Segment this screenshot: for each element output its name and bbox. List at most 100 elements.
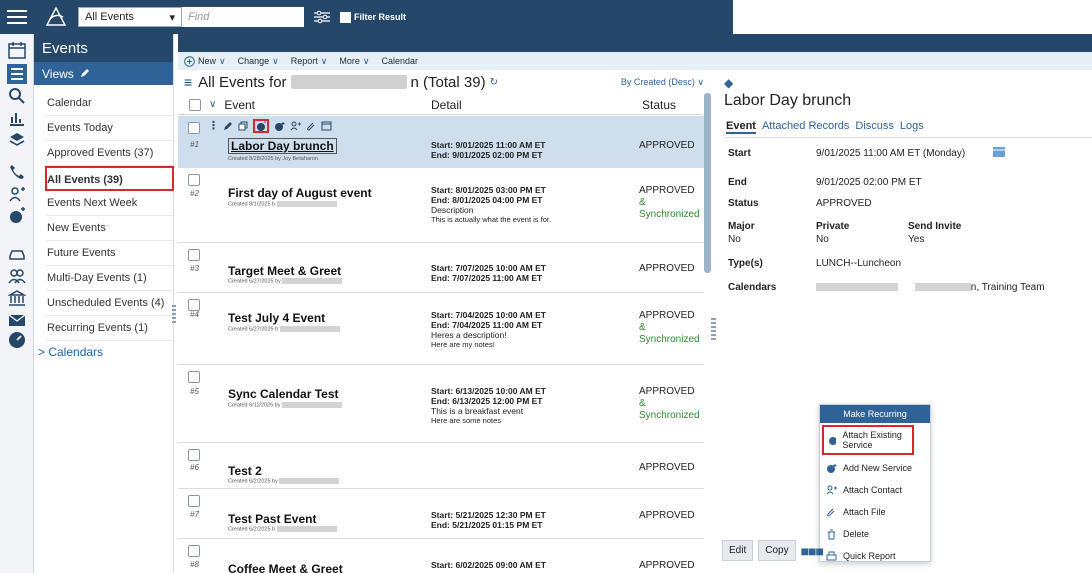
- event-detail: Start: 6/02/2025 09:00 AM ET: [431, 560, 546, 570]
- calendar-icon[interactable]: [992, 146, 1006, 161]
- list-view-icon[interactable]: [7, 64, 27, 84]
- expand-arrows-icon[interactable]: ◆: [724, 76, 733, 90]
- calendar-button[interactable]: Calendar: [381, 56, 418, 66]
- pencil-icon[interactable]: [80, 67, 90, 81]
- nav-item-multi-day-events[interactable]: Multi-Day Events (1): [46, 266, 173, 291]
- paperclip-icon[interactable]: [306, 121, 316, 131]
- nav-item-all-events[interactable]: All Events (39): [45, 166, 174, 191]
- more-dots-icon[interactable]: ■■■: [801, 543, 824, 559]
- col-status[interactable]: Status: [642, 98, 676, 112]
- building-icon[interactable]: [7, 288, 27, 308]
- row-checkbox[interactable]: [188, 371, 200, 383]
- row-checkbox[interactable]: [188, 449, 200, 461]
- nav-item-recurring-events[interactable]: Recurring Events (1): [46, 316, 173, 341]
- row-checkbox[interactable]: [188, 249, 200, 261]
- table-row[interactable]: ⋮ #1 Labor Day brunch Created 8/28/2025 …: [178, 116, 704, 168]
- copy-button[interactable]: Copy: [758, 540, 796, 561]
- nav-item-new-events[interactable]: New Events: [46, 216, 173, 241]
- event-title-link[interactable]: Test Past Event: [228, 512, 316, 526]
- phone-icon[interactable]: [7, 162, 27, 182]
- menu-item-add-new-service[interactable]: Add New Service: [820, 457, 930, 479]
- row-number: #1: [190, 140, 199, 149]
- more-button[interactable]: More ∨: [339, 56, 369, 67]
- nav-item-events-today[interactable]: Events Today: [46, 116, 173, 141]
- table-row[interactable]: #4 Test July 4 Event Created 6/27/2025 b…: [178, 293, 704, 365]
- nav-item-future-events[interactable]: Future Events: [46, 241, 173, 266]
- nav-item-unscheduled-events[interactable]: Unscheduled Events (4): [46, 291, 173, 316]
- table-row[interactable]: #3 Target Meet & Greet Created 6/27/2025…: [178, 243, 704, 293]
- filter-lines-icon[interactable]: ≡: [184, 74, 192, 90]
- col-detail[interactable]: Detail: [431, 98, 462, 112]
- menu-item-attach-file[interactable]: Attach File: [820, 501, 930, 523]
- edit-icon[interactable]: [223, 121, 233, 131]
- table-row[interactable]: #5 Sync Calendar Test Created 6/11/2025 …: [178, 365, 704, 443]
- menu-item-attach-existing-service[interactable]: Attach Existing Service: [822, 425, 914, 455]
- refresh-icon[interactable]: ↻: [490, 77, 498, 88]
- calendars-link[interactable]: > Calendars: [34, 345, 173, 359]
- event-title-link[interactable]: Labor Day brunch: [228, 138, 337, 154]
- tab-attached-records[interactable]: Attached Records: [762, 120, 849, 134]
- speedometer-icon[interactable]: [7, 330, 27, 350]
- nav-item-approved-events[interactable]: Approved Events (37): [46, 141, 173, 166]
- filter-result-checkbox[interactable]: [340, 11, 351, 23]
- event-title-link[interactable]: Sync Calendar Test: [228, 387, 338, 401]
- row-checkbox[interactable]: [188, 545, 200, 557]
- app-logo-icon[interactable]: [42, 3, 70, 31]
- menu-icon[interactable]: [0, 0, 34, 34]
- nav-item-events-next-week[interactable]: Events Next Week: [46, 191, 173, 216]
- view-select[interactable]: All Events ▾: [78, 7, 182, 27]
- event-title-link[interactable]: First day of August event: [228, 186, 372, 200]
- chevron-down-icon[interactable]: ∨: [209, 99, 216, 110]
- table-row[interactable]: #8 Coffee Meet & Greet Start: 6/02/2025 …: [178, 539, 704, 573]
- add-user-icon[interactable]: [7, 184, 27, 204]
- chart-icon[interactable]: [7, 108, 27, 128]
- copy-icon[interactable]: [238, 121, 248, 131]
- menu-item-attach-contact[interactable]: Attach Contact: [820, 479, 930, 501]
- nav-item-calendar[interactable]: Calendar: [46, 91, 173, 116]
- calendar-icon[interactable]: [7, 40, 27, 60]
- left-pane-resize-handle[interactable]: [172, 305, 176, 323]
- window-icon[interactable]: [321, 121, 332, 131]
- event-title-link[interactable]: Test 2: [228, 464, 262, 478]
- menu-item-make-recurring[interactable]: Make Recurring: [820, 405, 930, 423]
- row-checkbox[interactable]: [188, 122, 200, 134]
- start-text: Start: 5/21/2025 12:30 PM ET: [431, 510, 546, 520]
- filter-settings-icon[interactable]: [310, 7, 334, 27]
- tab-logs[interactable]: Logs: [900, 120, 924, 134]
- private-value: No: [816, 234, 829, 245]
- search-input[interactable]: Find: [182, 7, 304, 27]
- edit-button[interactable]: Edit: [722, 540, 754, 561]
- status-badge: APPROVED & Synchronized: [639, 310, 700, 345]
- col-event[interactable]: Event: [224, 98, 255, 112]
- add-service-icon[interactable]: [274, 121, 285, 131]
- event-title-link[interactable]: Test July 4 Event: [228, 311, 325, 325]
- views-header[interactable]: Views: [34, 62, 173, 85]
- attach-service-icon[interactable]: [253, 119, 269, 133]
- add-contact-icon[interactable]: [290, 121, 301, 131]
- add-service-icon[interactable]: [7, 206, 27, 226]
- drag-handle-icon[interactable]: ⋮: [208, 119, 219, 132]
- change-button[interactable]: Change ∨: [238, 56, 279, 67]
- event-title-link[interactable]: Coffee Meet & Greet: [228, 562, 343, 573]
- menu-item-delete[interactable]: Delete: [820, 523, 930, 545]
- start-text: Start: 7/07/2025 10:00 AM ET: [431, 263, 546, 273]
- table-row[interactable]: #2 First day of August event Created 8/1…: [178, 168, 704, 243]
- tab-event[interactable]: Event: [726, 120, 756, 134]
- search-icon[interactable]: [7, 86, 27, 106]
- row-checkbox[interactable]: [188, 495, 200, 507]
- table-row[interactable]: #6 Test 2 Created 6/2/2025 by APPROVED: [178, 443, 704, 489]
- sort-dropdown[interactable]: By Created (Desc) ∨: [621, 77, 704, 88]
- table-row[interactable]: #7 Test Past Event Created 6/2/2025 b St…: [178, 489, 704, 539]
- people-icon[interactable]: [7, 266, 27, 286]
- mail-icon[interactable]: [7, 310, 27, 330]
- new-button[interactable]: New ∨: [184, 56, 226, 67]
- layers-icon[interactable]: [7, 130, 27, 150]
- event-title-link[interactable]: Target Meet & Greet: [228, 264, 341, 278]
- row-checkbox[interactable]: [188, 174, 200, 186]
- report-button[interactable]: Report ∨: [291, 56, 328, 67]
- menu-item-quick-report[interactable]: Quick Report: [820, 545, 930, 567]
- select-all-checkbox[interactable]: [189, 98, 201, 111]
- list-scrollbar[interactable]: [704, 93, 711, 273]
- tab-discuss[interactable]: Discuss: [855, 120, 894, 134]
- car-icon[interactable]: [7, 244, 27, 264]
